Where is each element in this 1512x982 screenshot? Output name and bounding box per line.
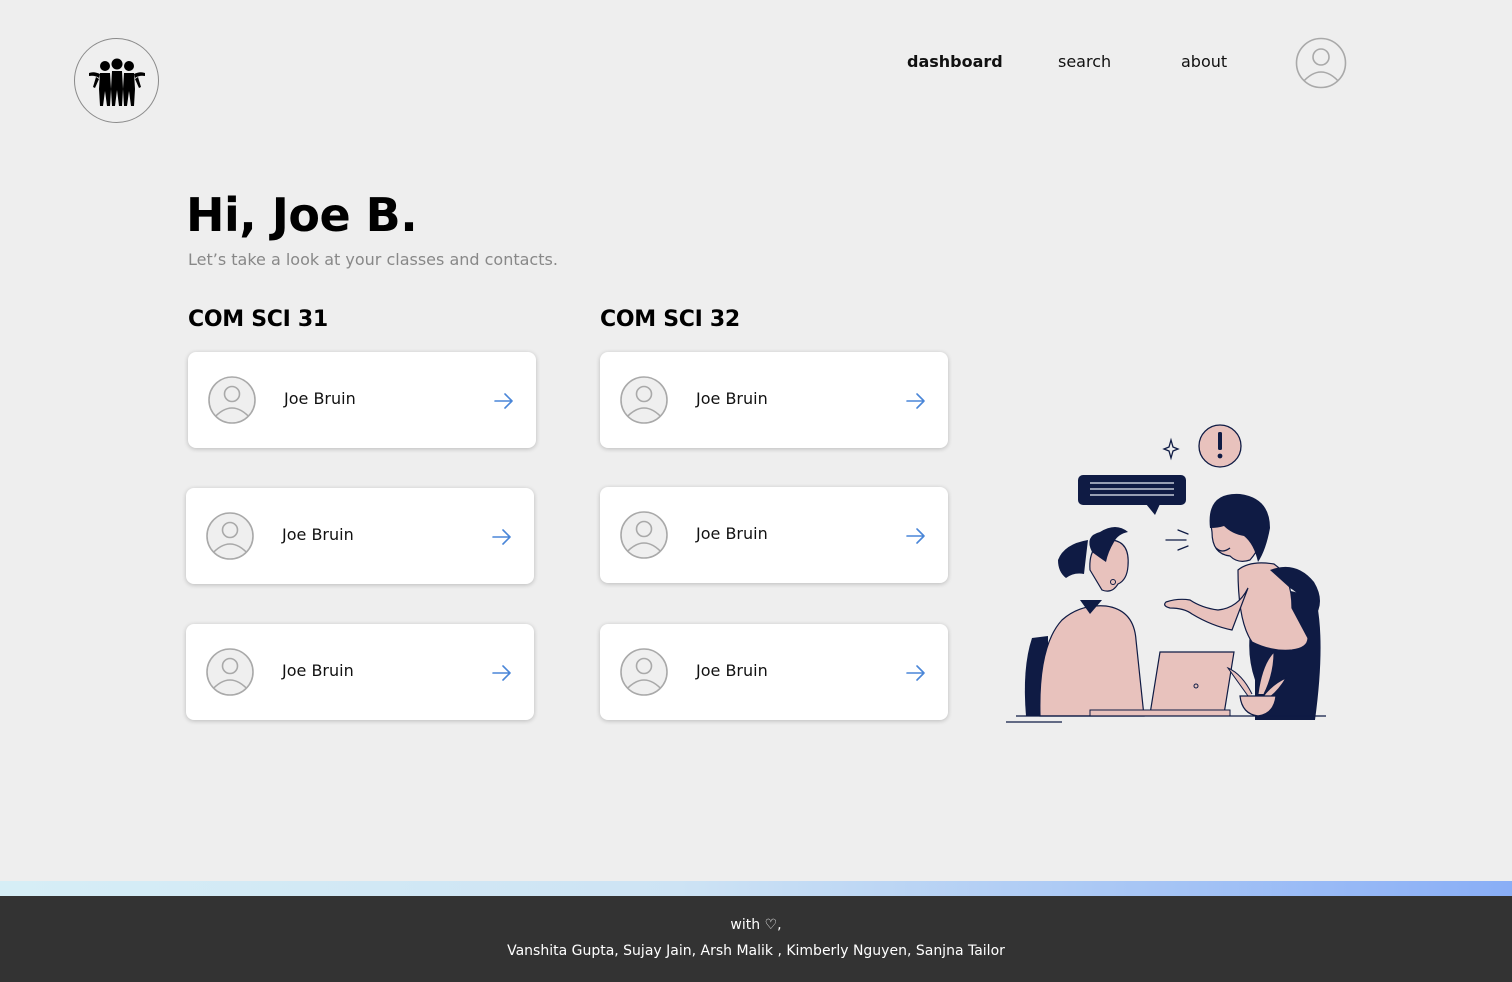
arrow-right-icon[interactable]	[494, 392, 514, 410]
group-of-people-logo-icon	[88, 58, 145, 106]
contact-card[interactable]: Joe Bruin	[600, 624, 948, 720]
contact-name: Joe Bruin	[696, 524, 768, 543]
contact-name: Joe Bruin	[696, 661, 768, 680]
app-logo[interactable]	[74, 38, 159, 123]
arrow-right-icon[interactable]	[492, 664, 512, 682]
nav-about[interactable]: about	[1181, 52, 1227, 71]
contact-card[interactable]: Joe Bruin	[186, 488, 534, 584]
user-avatar-icon	[208, 376, 256, 424]
contact-name: Joe Bruin	[282, 661, 354, 680]
arrow-right-icon[interactable]	[492, 528, 512, 546]
user-avatar-icon	[620, 648, 668, 696]
user-avatar-icon	[206, 512, 254, 560]
contact-card[interactable]: Joe Bruin	[600, 352, 948, 448]
page-subtitle: Let’s take a look at your classes and co…	[188, 250, 558, 269]
user-avatar-icon	[1295, 37, 1347, 89]
arrow-right-icon[interactable]	[906, 527, 926, 545]
class-title-com-sci-31: COM SCI 31	[188, 307, 328, 332]
footer: with ♡, Vanshita Gupta, Sujay Jain, Arsh…	[0, 896, 1512, 982]
contact-card[interactable]: Joe Bruin	[600, 487, 948, 583]
contact-card[interactable]: Joe Bruin	[188, 352, 536, 448]
footer-authors: Vanshita Gupta, Sujay Jain, Arsh Malik ,…	[507, 943, 1005, 959]
user-avatar-icon	[620, 376, 668, 424]
arrow-right-icon[interactable]	[906, 392, 926, 410]
page-title: Hi, Joe B.	[186, 188, 418, 242]
user-avatar-icon	[620, 511, 668, 559]
user-avatar-icon	[206, 648, 254, 696]
profile-button[interactable]	[1295, 37, 1347, 89]
contact-card[interactable]: Joe Bruin	[186, 624, 534, 720]
nav-dashboard[interactable]: dashboard	[907, 52, 1003, 71]
contact-name: Joe Bruin	[696, 389, 768, 408]
footer-gradient-bar	[0, 881, 1512, 896]
footer-credit-line: with ♡,	[730, 917, 782, 933]
contact-name: Joe Bruin	[284, 389, 356, 408]
contact-name: Joe Bruin	[282, 525, 354, 544]
class-title-com-sci-32: COM SCI 32	[600, 307, 740, 332]
conversation-illustration	[1006, 424, 1326, 723]
nav-search[interactable]: search	[1058, 52, 1111, 71]
arrow-right-icon[interactable]	[906, 664, 926, 682]
